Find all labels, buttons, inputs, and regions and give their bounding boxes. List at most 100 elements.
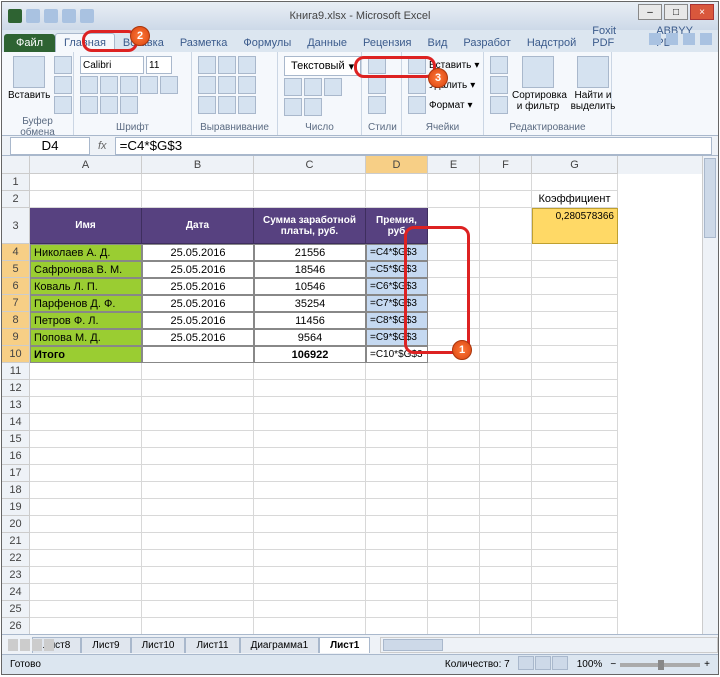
horizontal-scrollbar[interactable]	[380, 637, 718, 653]
name-cell[interactable]: Сафронова В. М.	[30, 261, 142, 278]
zoom-slider[interactable]: − +	[610, 659, 710, 670]
col-header[interactable]: B	[142, 156, 254, 174]
sum-cell[interactable]: 21556	[254, 244, 366, 261]
col-header[interactable]: A	[30, 156, 142, 174]
number-format-combo[interactable]: Текстовый ▾	[284, 56, 361, 76]
col-header[interactable]: F	[480, 156, 532, 174]
conditional-format-icon[interactable]	[368, 56, 386, 74]
font-name-combo[interactable]	[80, 56, 144, 74]
worksheet-grid[interactable]: A B C D E F G 1 2 Коэффициент 3 Имя Дата…	[2, 156, 718, 634]
undo-icon[interactable]	[44, 9, 58, 23]
tab-layout[interactable]: Разметка	[172, 34, 236, 52]
tab-foxit[interactable]: Foxit PDF	[584, 22, 648, 52]
bonus-cell[interactable]: =C9*$G$3	[366, 329, 428, 346]
row-header[interactable]: 8	[2, 312, 30, 329]
increase-decimal-icon[interactable]	[284, 98, 302, 116]
row-header[interactable]: 17	[2, 465, 30, 482]
vertical-scrollbar[interactable]	[702, 156, 718, 634]
close-workbook-icon[interactable]	[700, 33, 712, 45]
row-header[interactable]: 2	[2, 191, 30, 208]
tab-developer[interactable]: Разработ	[455, 34, 518, 52]
save-icon[interactable]	[26, 9, 40, 23]
row-header[interactable]: 18	[2, 482, 30, 499]
row-header[interactable]: 13	[2, 397, 30, 414]
row-header[interactable]: 11	[2, 363, 30, 380]
find-select-button[interactable]: Найти и выделить	[568, 56, 618, 112]
fill-color-icon[interactable]	[100, 96, 118, 114]
row-header[interactable]: 24	[2, 584, 30, 601]
row-header[interactable]: 10	[2, 346, 30, 363]
paste-button[interactable]: Вставить	[8, 56, 50, 101]
total-label-cell[interactable]: Итого	[30, 346, 142, 363]
comma-icon[interactable]	[324, 78, 342, 96]
delete-cells-button[interactable]: Удалить ▾	[408, 76, 475, 94]
tab-nav-last-icon[interactable]	[44, 639, 54, 651]
date-cell[interactable]: 25.05.2016	[142, 244, 254, 261]
bonus-cell[interactable]: =C6*$G$3	[366, 278, 428, 295]
align-top-icon[interactable]	[198, 56, 216, 74]
sum-cell[interactable]: 9564	[254, 329, 366, 346]
bonus-cell[interactable]: =C8*$G$3	[366, 312, 428, 329]
align-right-icon[interactable]	[238, 76, 256, 94]
help-icon[interactable]	[649, 33, 661, 45]
row-header[interactable]: 4	[2, 244, 30, 261]
col-header[interactable]: C	[254, 156, 366, 174]
tab-formulas[interactable]: Формулы	[235, 34, 299, 52]
wrap-text-icon[interactable]	[238, 96, 256, 114]
currency-icon[interactable]	[284, 78, 302, 96]
format-painter-icon[interactable]	[54, 96, 72, 114]
row-header[interactable]: 16	[2, 448, 30, 465]
name-cell[interactable]: Попова М. Д.	[30, 329, 142, 346]
row-header[interactable]: 15	[2, 431, 30, 448]
row-header[interactable]: 9	[2, 329, 30, 346]
row-header[interactable]: 20	[2, 516, 30, 533]
minimize-ribbon-icon[interactable]	[666, 33, 678, 45]
close-button[interactable]: ×	[690, 4, 714, 20]
sheet-tab-active[interactable]: Лист1	[319, 637, 370, 653]
align-middle-icon[interactable]	[218, 56, 236, 74]
tab-data[interactable]: Данные	[299, 34, 355, 52]
row-header[interactable]: 1	[2, 174, 30, 191]
col-header[interactable]: G	[532, 156, 618, 174]
row-header[interactable]: 6	[2, 278, 30, 295]
tab-insert[interactable]: Вставка	[115, 34, 172, 52]
row-header[interactable]: 5	[2, 261, 30, 278]
header-sum[interactable]: Сумма заработной платы, руб.	[254, 208, 366, 244]
header-date[interactable]: Дата	[142, 208, 254, 244]
maximize-button[interactable]: □	[664, 4, 688, 20]
format-cells-button[interactable]: Формат ▾	[408, 96, 473, 114]
row-header[interactable]: 23	[2, 567, 30, 584]
date-cell[interactable]: 25.05.2016	[142, 329, 254, 346]
align-center-icon[interactable]	[218, 76, 236, 94]
col-header[interactable]: D	[366, 156, 428, 174]
cut-icon[interactable]	[54, 56, 72, 74]
tab-view[interactable]: Вид	[419, 34, 455, 52]
date-cell[interactable]: 25.05.2016	[142, 312, 254, 329]
row-header[interactable]: 12	[2, 380, 30, 397]
view-buttons[interactable]	[518, 656, 569, 673]
tab-home[interactable]: Главная	[55, 33, 115, 52]
increase-font-icon[interactable]	[140, 76, 158, 94]
coef-label-cell[interactable]: Коэффициент	[532, 191, 618, 208]
row-header[interactable]: 26	[2, 618, 30, 634]
insert-cells-button[interactable]: Вставить ▾	[408, 56, 479, 74]
sum-cell[interactable]: 35254	[254, 295, 366, 312]
date-cell[interactable]: 25.05.2016	[142, 261, 254, 278]
redo-icon[interactable]	[62, 9, 76, 23]
sheet-tab[interactable]: Лист11	[185, 637, 239, 653]
zoom-out-icon[interactable]: −	[610, 659, 616, 670]
header-name[interactable]: Имя	[30, 208, 142, 244]
decrease-decimal-icon[interactable]	[304, 98, 322, 116]
name-cell[interactable]: Коваль Л. П.	[30, 278, 142, 295]
fx-icon[interactable]: fx	[90, 140, 115, 152]
row-header[interactable]: 19	[2, 499, 30, 516]
tab-nav-first-icon[interactable]	[8, 639, 18, 651]
tab-nav-prev-icon[interactable]	[20, 639, 30, 651]
minimize-button[interactable]: –	[638, 4, 662, 20]
tab-addins[interactable]: Надстрой	[519, 34, 584, 52]
align-left-icon[interactable]	[198, 76, 216, 94]
underline-icon[interactable]	[120, 76, 138, 94]
name-cell[interactable]: Николаев А. Д.	[30, 244, 142, 261]
tab-nav-next-icon[interactable]	[32, 639, 42, 651]
select-all-corner[interactable]	[2, 156, 30, 174]
